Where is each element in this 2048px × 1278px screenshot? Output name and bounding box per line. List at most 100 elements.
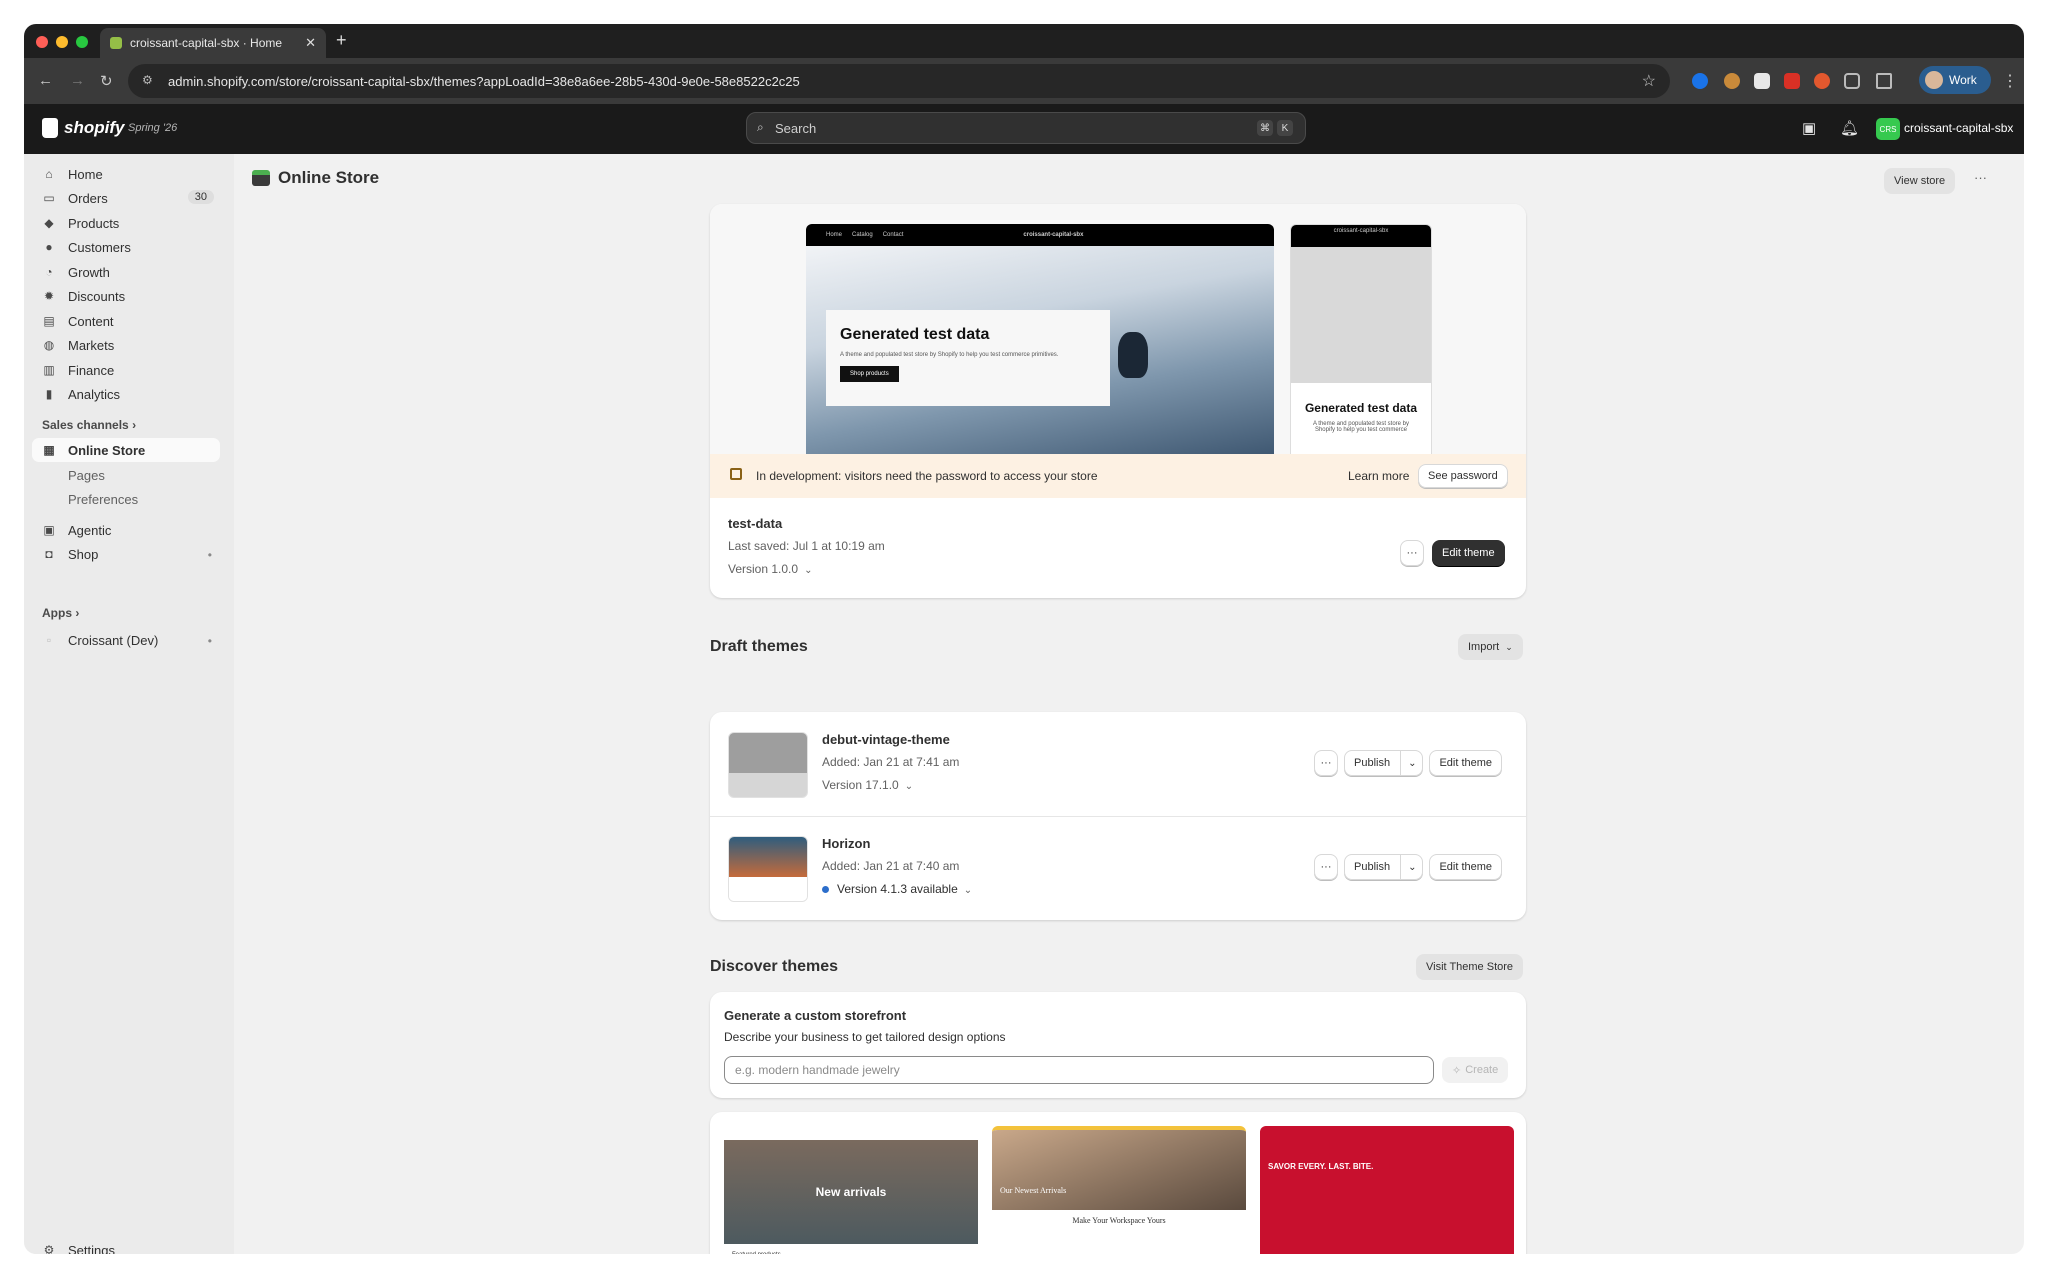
sidebar-item-label: Analytics (68, 386, 121, 402)
shopify-logo[interactable]: shopify (42, 118, 124, 138)
chevron-down-icon[interactable]: ⌄ (1400, 750, 1423, 776)
new-tab-button[interactable]: + (336, 30, 347, 51)
theme-gallery-card: New arrivals Featured products Our Newes… (710, 1112, 1526, 1254)
publish-button[interactable]: Publish (1344, 750, 1400, 776)
app-more-dot[interactable]: • (208, 634, 212, 648)
sidebar-item-content[interactable]: ▤ Content (32, 309, 220, 333)
gallery-thumb-subcaption: Make Your Workspace Yours (1072, 1216, 1166, 1225)
version-text: Version 4.1.3 available (837, 882, 958, 896)
extension-globe-icon[interactable] (1692, 73, 1708, 89)
horizon-theme-thumbnail[interactable] (728, 836, 808, 902)
chevron-down-icon: ⌄ (1505, 641, 1513, 652)
edit-draft-theme-button[interactable]: Edit theme (1429, 750, 1503, 776)
bookmark-star-icon[interactable]: ☆ (1642, 71, 1656, 91)
generate-storefront-title: Generate a custom storefront (724, 1008, 907, 1023)
browser-tab[interactable]: croissant-capital-sbx · Home ✕ (100, 28, 326, 58)
publish-split-button[interactable]: Publish ⌄ (1344, 854, 1424, 880)
forward-icon[interactable]: → (70, 72, 85, 89)
store-name[interactable]: croissant-capital-sbx (1904, 121, 2013, 135)
back-icon[interactable]: ← (38, 72, 53, 89)
sidebar-item-label: Orders (68, 190, 108, 206)
url-text: admin.shopify.com/store/croissant-capita… (168, 73, 800, 89)
sidebar-subitem-pages[interactable]: Pages (68, 468, 105, 483)
home-icon: ⌂ (45, 167, 53, 181)
reload-icon[interactable]: ↻ (100, 72, 113, 90)
sidebar-item-croissant-dev[interactable]: ▫ Croissant (Dev) • (32, 628, 220, 652)
sidebar-item-label: Agentic (68, 522, 112, 538)
sidebar-subitem-preferences[interactable]: Preferences (68, 492, 138, 507)
preview-hero-subtitle: A theme and populated test store by Shop… (840, 352, 1059, 358)
theme-preview[interactable]: Home Catalog Contact croissant-capital-s… (710, 204, 1526, 454)
shopify-bag-icon (42, 118, 58, 138)
sidebar-item-customers[interactable]: ● Customers (32, 235, 220, 259)
browser-window: croissant-capital-sbx · Home ✕ + ← → ↻ ⚙… (24, 24, 2024, 1254)
minimize-window-button[interactable] (56, 36, 68, 48)
extension-sparkle-icon[interactable] (1814, 73, 1830, 89)
publish-button[interactable]: Publish (1344, 854, 1400, 880)
inbox-icon[interactable]: ▣ (1802, 119, 1816, 137)
theme-gallery-item[interactable]: New arrivals Featured products (724, 1126, 978, 1254)
edit-live-theme-button[interactable]: Edit theme (1432, 540, 1505, 566)
sidebar-item-home[interactable]: ⌂ Home (32, 162, 220, 186)
learn-more-link[interactable]: Learn more (1348, 469, 1409, 483)
debut-theme-thumbnail[interactable] (728, 732, 808, 798)
theme-gallery-item[interactable]: SAVOR EVERY. LAST. BITE. (1260, 1126, 1514, 1254)
maximize-window-button[interactable] (76, 36, 88, 48)
view-store-button[interactable]: View store (1884, 168, 1956, 194)
sidebar-item-finance[interactable]: ▥ Finance (32, 358, 220, 382)
cast-icon[interactable] (1876, 73, 1892, 89)
see-password-button[interactable]: See password (1418, 464, 1508, 488)
profile-button[interactable]: Work (1919, 66, 1991, 94)
page-more-actions-icon[interactable]: ··· (1974, 170, 1987, 185)
sidebar-item-settings[interactable]: ⚙ Settings (32, 1238, 220, 1255)
site-info-icon[interactable]: ⚙ (142, 73, 153, 87)
chart-icon: ▮ (45, 387, 53, 401)
gallery-thumb-caption: New arrivals (724, 1140, 978, 1244)
apps-heading[interactable]: Apps › (42, 606, 79, 620)
apps-label: Apps (42, 606, 72, 620)
extension-cookie-icon[interactable] (1724, 73, 1740, 89)
sidebar-item-label: Shop (68, 546, 99, 562)
extension-camera-icon[interactable] (1754, 73, 1770, 89)
version-text: Version 17.1.0 (822, 778, 899, 792)
sidebar-item-products[interactable]: ◆ Products (32, 211, 220, 235)
import-button[interactable]: Import ⌄ (1458, 634, 1523, 660)
sales-channels-label: Sales channels (42, 418, 129, 432)
extensions-puzzle-icon[interactable] (1844, 73, 1860, 89)
sidebar-item-growth[interactable]: ◔ Growth (32, 260, 220, 284)
sidebar-item-agentic[interactable]: ▣ Agentic (32, 518, 220, 542)
draft-theme-more-button[interactable]: ··· (1314, 854, 1338, 880)
sidebar-item-discounts[interactable]: ✹ Discounts (32, 284, 220, 308)
address-bar[interactable]: ⚙ admin.shopify.com/store/croissant-capi… (128, 64, 1670, 98)
mobile-preview-title: Generated test data (1304, 401, 1418, 415)
draft-theme-more-button[interactable]: ··· (1314, 750, 1338, 776)
chevron-down-icon[interactable]: ⌄ (1400, 854, 1423, 880)
shop-more-dot[interactable]: • (208, 548, 212, 562)
live-theme-version[interactable]: Version 1.0.0 ⌄ (728, 562, 812, 576)
gallery-thumb-subcaption: Featured products (724, 1244, 978, 1254)
edit-draft-theme-button[interactable]: Edit theme (1429, 854, 1503, 880)
global-search-input[interactable]: ⌕ Search ⌘ K (746, 112, 1306, 144)
sidebar-item-online-store[interactable]: ▦ Online Store (32, 438, 220, 462)
business-description-input[interactable]: e.g. modern handmade jewelry (724, 1056, 1434, 1084)
notifications-bell-icon[interactable]: 🔔︎ (1840, 119, 1859, 137)
publish-split-button[interactable]: Publish ⌄ (1344, 750, 1424, 776)
sales-channels-heading[interactable]: Sales channels › (42, 418, 136, 432)
draft-theme-version-update[interactable]: Version 4.1.3 available ⌄ (822, 882, 972, 896)
sidebar-item-shop[interactable]: ◘ Shop • (32, 542, 220, 566)
sidebar-item-orders[interactable]: ▭ Orders 30 (32, 186, 220, 210)
sidebar-item-analytics[interactable]: ▮ Analytics (32, 382, 220, 406)
live-theme-more-button[interactable]: ··· (1400, 540, 1424, 566)
create-button[interactable]: ✧ Create (1442, 1057, 1509, 1083)
sidebar-item-markets[interactable]: ◍ Markets (32, 333, 220, 357)
draft-theme-version[interactable]: Version 17.1.0 ⌄ (822, 778, 913, 792)
theme-gallery-item[interactable]: Our Newest Arrivals Make Your Workspace … (992, 1126, 1246, 1254)
close-window-button[interactable] (36, 36, 48, 48)
store-avatar[interactable]: CRS (1876, 118, 1900, 140)
sidebar: ⌂ Home ▭ Orders 30 ◆ Products ● Customers ◔ Gr… (24, 154, 234, 1254)
close-tab-icon[interactable]: ✕ (305, 35, 316, 51)
browser-menu-icon[interactable]: ⋮ (2002, 71, 2018, 91)
visit-theme-store-button[interactable]: Visit Theme Store (1416, 954, 1524, 980)
extension-red-icon[interactable] (1784, 73, 1800, 89)
gear-icon: ⚙ (43, 1243, 55, 1254)
